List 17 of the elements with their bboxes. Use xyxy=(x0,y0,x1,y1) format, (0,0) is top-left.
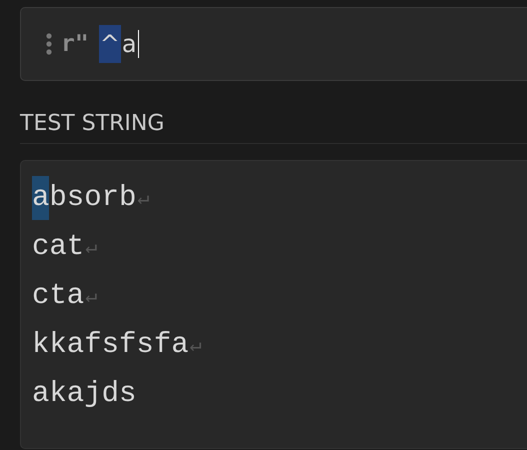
test-text: akajds xyxy=(32,376,136,412)
regex-delimiter: r" xyxy=(61,31,89,57)
test-text: kkafsfsfa xyxy=(32,326,189,362)
test-text: bsorb xyxy=(49,180,136,216)
regex-token: a xyxy=(120,29,138,60)
line-break-mark: ↵ xyxy=(85,284,98,308)
match-highlight: a xyxy=(32,176,50,220)
line-break-mark: ↵ xyxy=(190,334,202,358)
test-text: cta xyxy=(32,278,84,314)
section-heading: TEST STRING xyxy=(20,110,166,138)
line-break-mark: ↵ xyxy=(85,236,98,260)
regex-token: ^ xyxy=(98,25,121,63)
regex-field[interactable]: r" ^a xyxy=(20,7,527,81)
drag-handle-icon[interactable] xyxy=(46,33,52,55)
line-break-mark: ↵ xyxy=(137,186,150,210)
test-string-editor[interactable]: absorb↵ cat↵ cta↵ kkafsfsfa↵ akajds xyxy=(20,160,527,449)
test-text: cat xyxy=(32,228,84,264)
